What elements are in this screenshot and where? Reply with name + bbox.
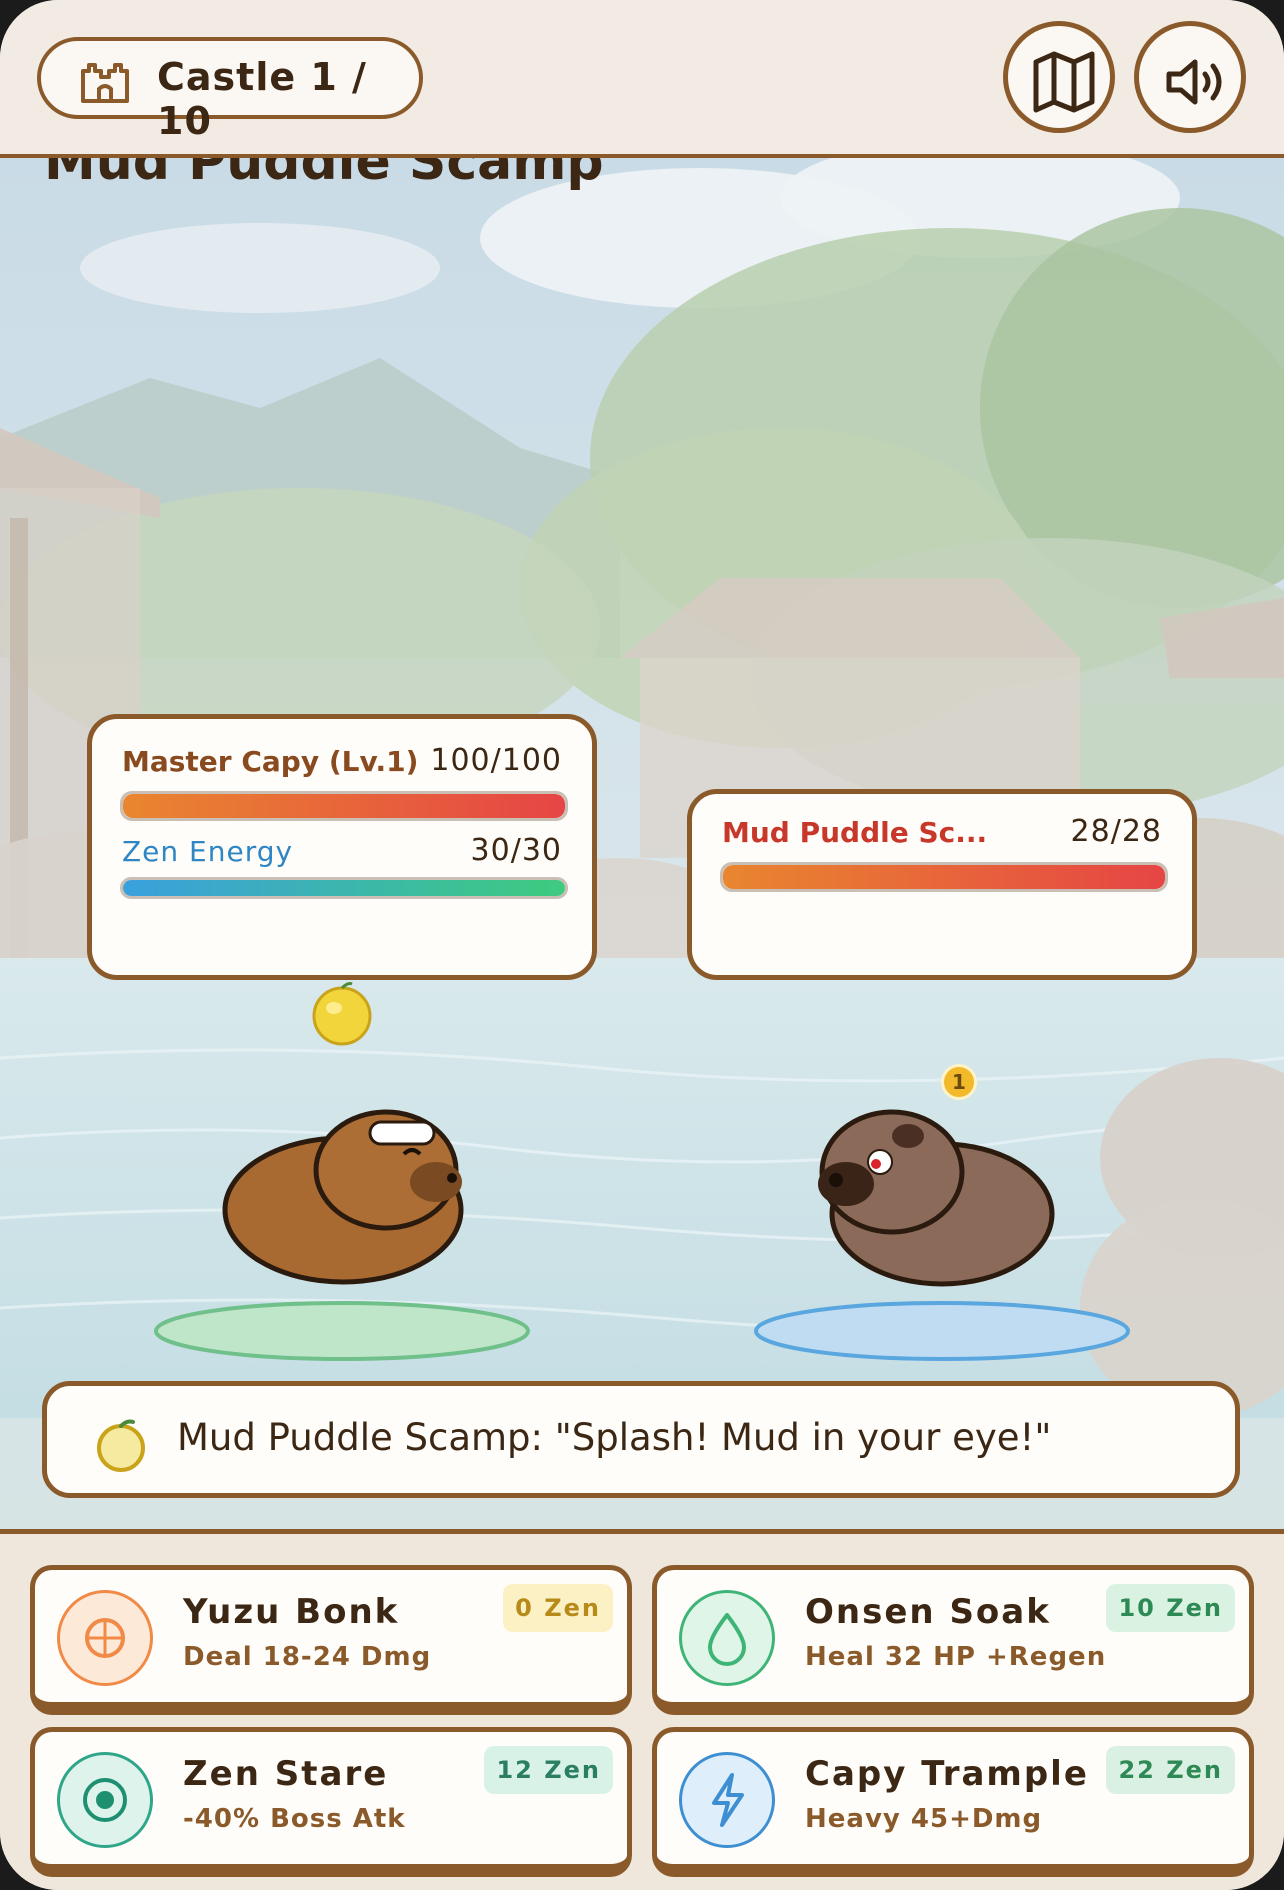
move-desc: Heal 32 HP +Regen bbox=[805, 1642, 1107, 1672]
castle-progress-pill[interactable]: Castle 1 / 10 bbox=[37, 37, 423, 143]
zen-energy-text: 30/30 bbox=[470, 833, 562, 868]
castle-icon bbox=[81, 63, 129, 103]
enemy-name: Mud Puddle Sc... bbox=[722, 816, 988, 849]
move-desc: Deal 18-24 Dmg bbox=[183, 1642, 432, 1672]
zen-energy-fill bbox=[123, 880, 565, 896]
enemy-platform bbox=[754, 1301, 1130, 1361]
move-name: Capy Trample bbox=[805, 1754, 1089, 1794]
sound-button[interactable] bbox=[1134, 21, 1246, 133]
castle-progress-label: Castle 1 / 10 bbox=[157, 55, 367, 143]
battle-dialog: Mud Puddle Scamp: "Splash! Mud in your e… bbox=[42, 1381, 1240, 1498]
speaker-icon bbox=[1166, 59, 1222, 105]
enemy-status-badge: 1 bbox=[941, 1064, 977, 1100]
move-name: Yuzu Bonk bbox=[183, 1592, 400, 1632]
move-cost: 22 Zen bbox=[1106, 1746, 1235, 1794]
target-icon bbox=[57, 1752, 153, 1848]
enemy-capybara[interactable] bbox=[802, 1088, 1072, 1288]
top-bar: Castle 1 / 10 bbox=[0, 0, 1284, 158]
move-name: Zen Stare bbox=[183, 1754, 389, 1794]
move-capy-trample[interactable]: Capy Trample Heavy 45+Dmg 22 Zen bbox=[652, 1727, 1254, 1877]
zen-energy-label: Zen Energy bbox=[122, 835, 294, 868]
player-hp-bar bbox=[120, 791, 568, 821]
yuzu-icon bbox=[57, 1590, 153, 1686]
move-desc: -40% Boss Atk bbox=[183, 1804, 406, 1834]
player-hp-fill bbox=[123, 794, 565, 818]
enemy-hp-text: 28/28 bbox=[1070, 814, 1162, 849]
enemy-hp-bar bbox=[720, 862, 1168, 892]
dialog-text: Mud Puddle Scamp: "Splash! Mud in your e… bbox=[177, 1416, 1052, 1459]
move-onsen-soak[interactable]: Onsen Soak Heal 32 HP +Regen 10 Zen bbox=[652, 1565, 1254, 1715]
enemy-hp-fill bbox=[723, 865, 1165, 889]
map-button[interactable] bbox=[1003, 21, 1115, 133]
move-yuzu-bonk[interactable]: Yuzu Bonk Deal 18-24 Dmg 0 Zen bbox=[30, 1565, 632, 1715]
move-desc: Heavy 45+Dmg bbox=[805, 1804, 1043, 1834]
droplet-icon bbox=[679, 1590, 775, 1686]
game-frame: 1 Mud Puddle Scamp Castle 1 / 10 Master … bbox=[0, 0, 1284, 1890]
move-zen-stare[interactable]: Zen Stare -40% Boss Atk 12 Zen bbox=[30, 1727, 632, 1877]
player-platform bbox=[154, 1301, 530, 1361]
move-cost: 12 Zen bbox=[484, 1746, 613, 1794]
player-name: Master Capy (Lv.1) bbox=[122, 745, 419, 778]
move-panel: Yuzu Bonk Deal 18-24 Dmg 0 Zen Onsen Soa… bbox=[0, 1529, 1284, 1890]
move-cost: 10 Zen bbox=[1106, 1584, 1235, 1632]
enemy-status-card: Mud Puddle Sc... 28/28 bbox=[687, 789, 1197, 980]
player-hp-text: 100/100 bbox=[430, 743, 562, 778]
map-icon bbox=[1033, 51, 1095, 113]
lightning-icon bbox=[679, 1752, 775, 1848]
yuzu-fruit-icon bbox=[312, 982, 372, 1046]
move-name: Onsen Soak bbox=[805, 1592, 1051, 1632]
player-capybara[interactable] bbox=[218, 1088, 488, 1288]
zen-energy-bar bbox=[120, 877, 568, 899]
move-cost: 0 Zen bbox=[503, 1584, 613, 1632]
yuzu-icon bbox=[97, 1419, 145, 1472]
player-status-card: Master Capy (Lv.1) 100/100 Zen Energy 30… bbox=[87, 714, 597, 980]
